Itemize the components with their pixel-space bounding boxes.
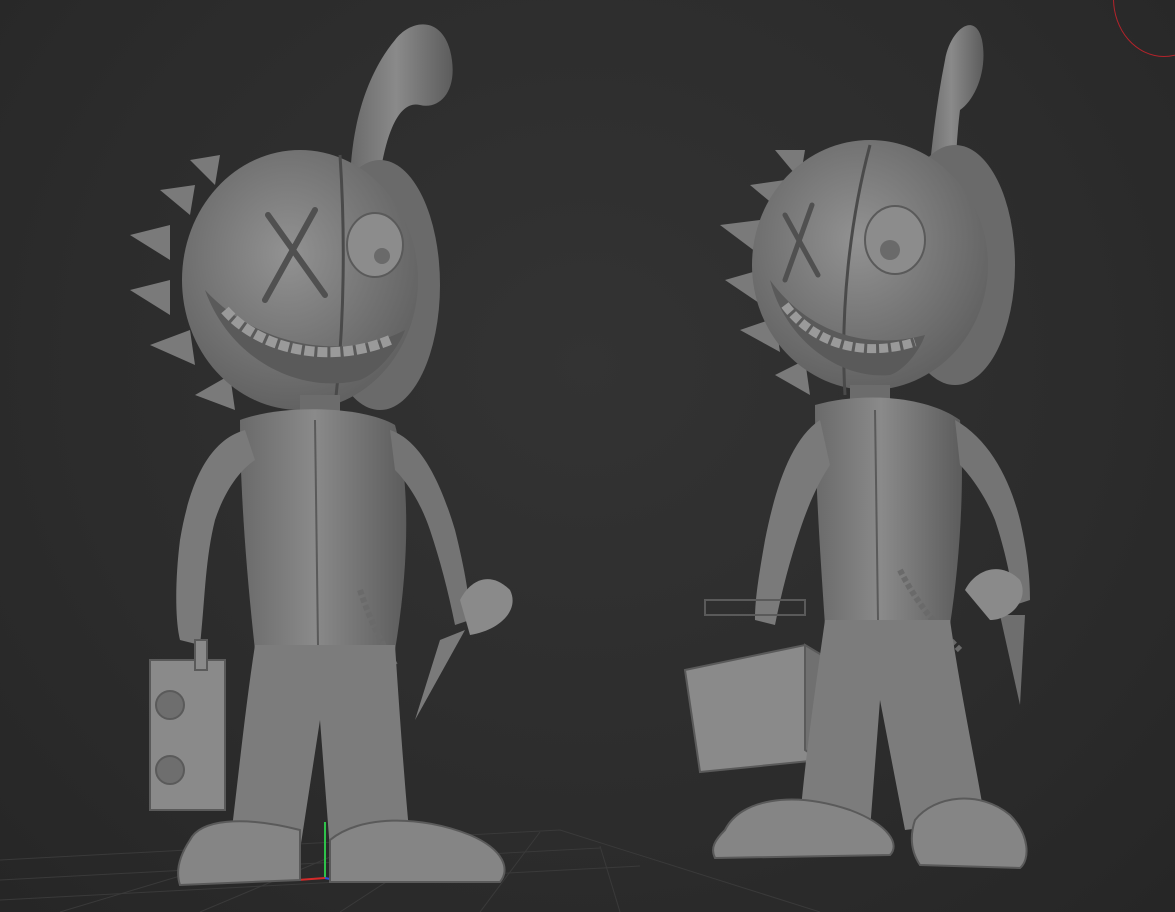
carrot — [965, 569, 1025, 705]
eye — [346, 212, 404, 278]
boombox — [149, 639, 226, 811]
eye — [864, 205, 926, 275]
figure-angled[interactable] — [683, 25, 1030, 870]
shirt — [240, 409, 407, 650]
3d-viewport[interactable] — [0, 0, 1175, 912]
left-arm — [176, 430, 255, 645]
right-shoe — [910, 797, 1028, 870]
shirt — [815, 397, 962, 625]
pants — [230, 645, 410, 850]
carrot — [415, 579, 513, 720]
left-shoe — [177, 820, 301, 887]
figure-front[interactable] — [130, 24, 513, 887]
right-shoe — [329, 819, 506, 883]
